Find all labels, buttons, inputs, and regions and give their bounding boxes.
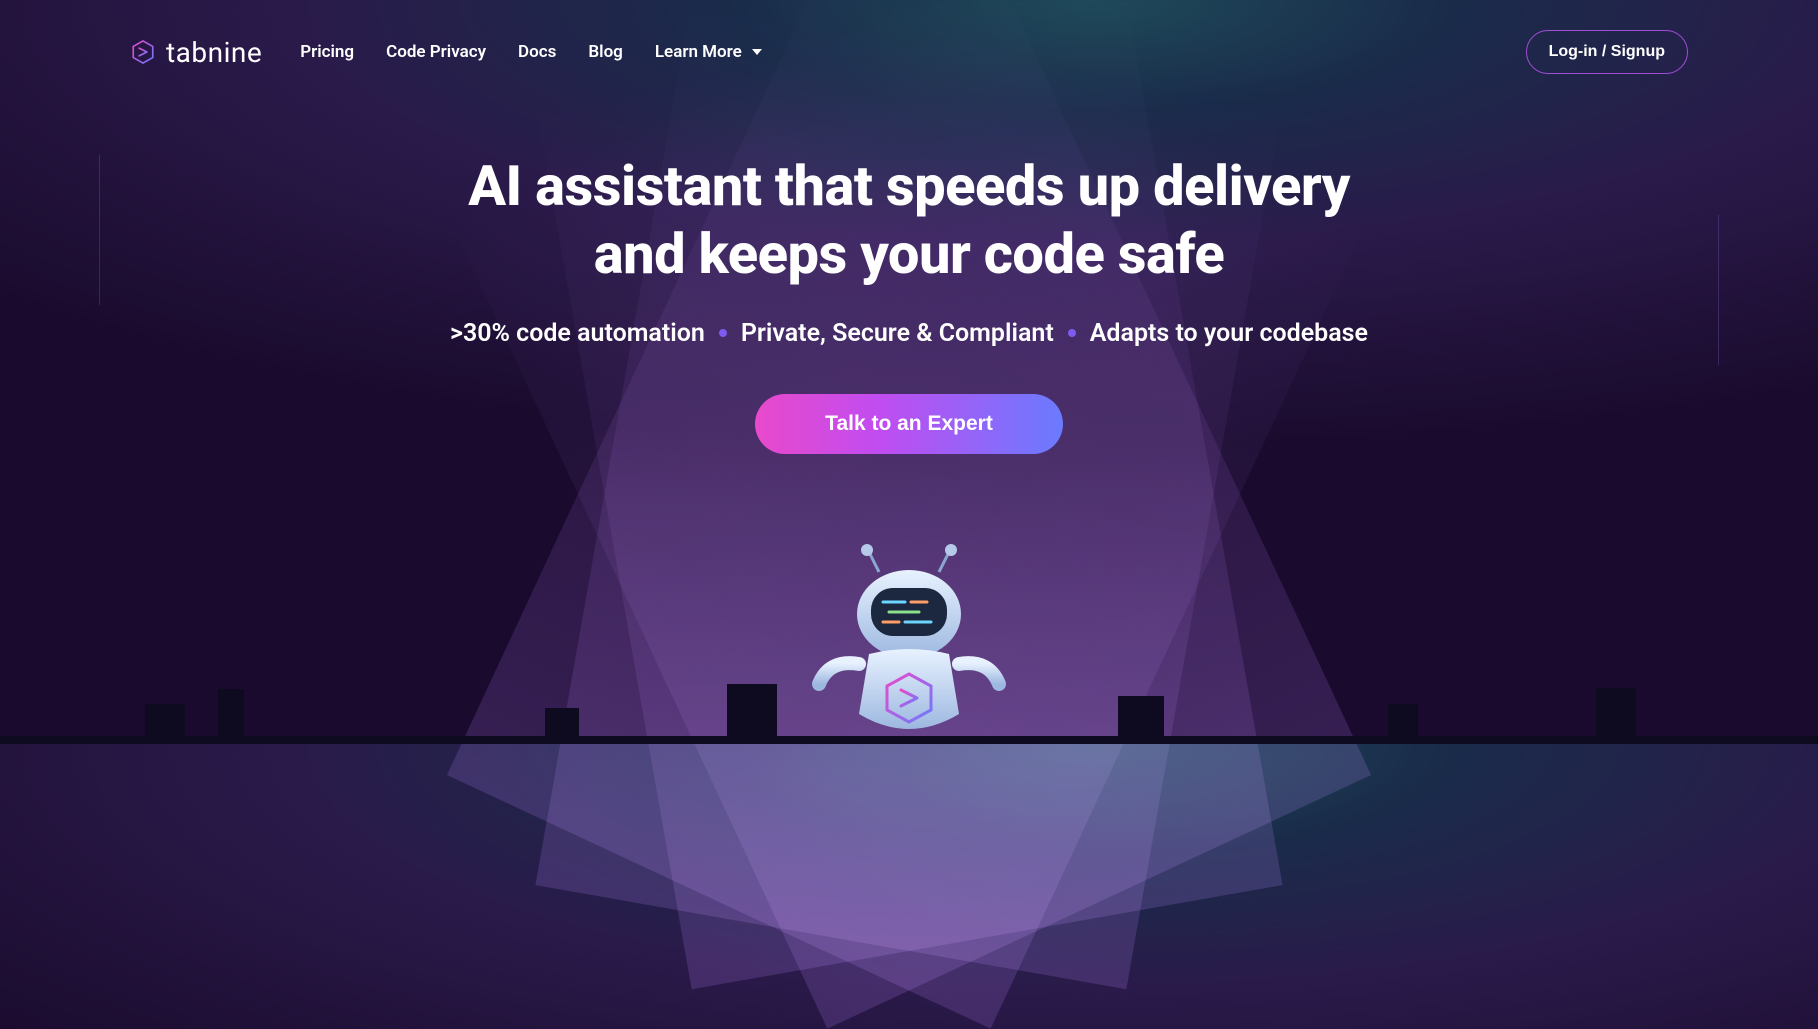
tabnine-logo-icon — [130, 39, 156, 65]
hero-bullet-3: Adapts to your codebase — [1090, 319, 1368, 348]
site-header: tabnine Pricing Code Privacy Docs Blog L… — [0, 0, 1818, 74]
chevron-down-icon — [752, 49, 762, 55]
talk-to-expert-button[interactable]: Talk to an Expert — [755, 394, 1063, 454]
hero-bullet-1: >30% code automation — [450, 319, 705, 348]
hero-section: AI assistant that speeds up delivery and… — [0, 152, 1818, 454]
nav-docs[interactable]: Docs — [518, 42, 556, 62]
nav-blog[interactable]: Blog — [588, 42, 623, 62]
nav-pricing[interactable]: Pricing — [300, 42, 354, 62]
hero-headline-line2: and keeps your code safe — [594, 221, 1225, 287]
brand-logo[interactable]: tabnine — [130, 36, 262, 69]
header-left: tabnine Pricing Code Privacy Docs Blog L… — [130, 36, 762, 69]
hero-headline-line1: AI assistant that speeds up delivery — [468, 153, 1350, 219]
primary-nav: Pricing Code Privacy Docs Blog Learn Mor… — [300, 42, 762, 62]
spotlight — [535, 0, 1282, 989]
hero-bullet-2: Private, Secure & Compliant — [741, 319, 1054, 348]
nav-code-privacy[interactable]: Code Privacy — [386, 42, 486, 62]
spotlight — [535, 0, 1282, 989]
login-signup-button[interactable]: Log-in / Signup — [1526, 30, 1688, 74]
nav-learn-more-label: Learn More — [655, 42, 742, 62]
robot-mascot — [809, 544, 1009, 754]
hero-headline: AI assistant that speeds up delivery and… — [40, 152, 1778, 289]
bullet-dot-icon — [1068, 329, 1076, 337]
hero-subheadline: >30% code automation Private, Secure & C… — [450, 319, 1368, 348]
nav-learn-more[interactable]: Learn More — [655, 42, 762, 62]
brand-name: tabnine — [166, 36, 262, 69]
bullet-dot-icon — [719, 329, 727, 337]
